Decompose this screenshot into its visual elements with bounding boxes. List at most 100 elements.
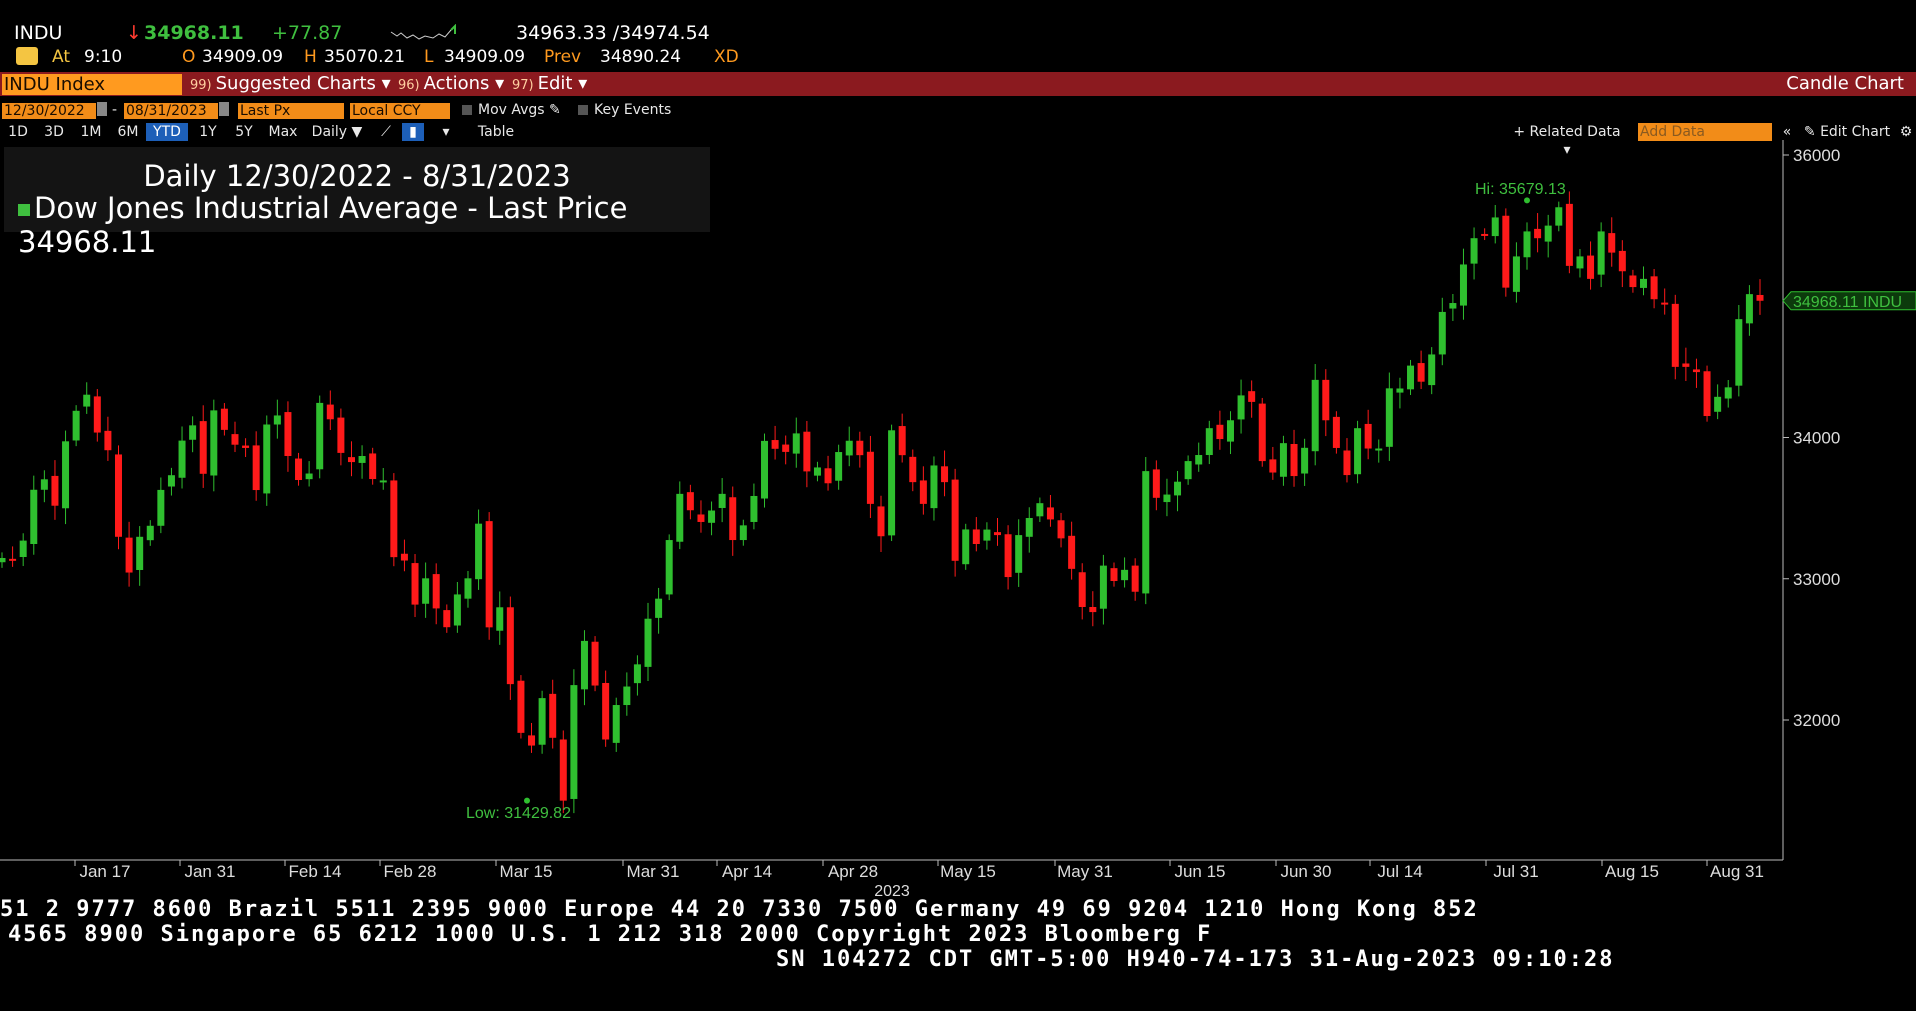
x-tick-label: Mar 31 [627,862,680,881]
chevron-down-icon[interactable]: ▾ [436,123,456,141]
period-5y[interactable]: 5Y [230,123,258,141]
gear-icon[interactable]: ⚙ [1898,123,1914,141]
session-info: SN 104272 CDT GMT-5:00 H940-74-173 31-Au… [776,947,1615,972]
suggested-charts-menu[interactable]: 99) Suggested Charts ▾ [190,72,391,96]
candle-body [528,735,536,746]
candle-body [1576,256,1584,269]
legend-period: Daily 12/30/2022 - 8/31/2023 [143,159,571,193]
add-data-input[interactable]: Add Data [1638,123,1772,141]
end-date-field[interactable]: 08/31/2023 [124,103,218,119]
menu-bar: 99) Suggested Charts ▾ 96) Actions ▾ 97) Ed… [0,72,1916,96]
x-tick-label: Aug 15 [1605,862,1659,881]
period-1y[interactable]: 1Y [195,123,221,141]
candle-body [835,452,843,481]
line-chart-icon[interactable]: ⟋ [376,123,396,141]
candle-body [273,415,281,425]
candle-body [1078,572,1086,607]
checkbox-icon[interactable] [462,105,472,115]
candle-body [1036,503,1044,517]
candle-body [475,523,483,580]
candle-body [305,473,313,480]
period-3d[interactable]: 3D [40,123,68,141]
candle-body [1057,520,1065,539]
candle-body [1724,387,1732,399]
candle-body [464,578,472,599]
candle-body [1163,494,1171,503]
candle-body [1184,461,1192,480]
candle-body [263,424,271,494]
candle-body [1491,217,1499,237]
mov-avgs-toggle[interactable]: Mov Avgs ✎ [462,102,561,119]
candle-body [1269,459,1277,473]
x-tick-label: Feb 28 [384,862,437,881]
period-ytd[interactable]: YTD [146,123,188,141]
candle-body [1364,423,1372,449]
period-max[interactable]: Max [266,123,300,141]
candle-body [1459,264,1467,306]
period-1d[interactable]: 1D [4,123,32,141]
candle-body [178,440,186,478]
candle-body [962,529,970,565]
candle-body [665,540,673,595]
checkbox-icon[interactable] [578,105,588,115]
candle-body [1354,428,1362,475]
candle-body [877,506,885,537]
calendar-icon[interactable] [219,102,229,116]
candle-body [9,558,17,561]
candle-body [146,525,154,541]
field-selector[interactable]: Last Px [238,103,344,119]
high-label: H [304,47,317,67]
frequency-selector[interactable]: Daily ▼ [308,123,366,141]
candle-body [761,440,769,499]
candle-body [771,440,779,449]
candle-body [114,454,122,537]
start-date-field[interactable]: 12/30/2022 [2,103,96,119]
candle-body [1322,379,1330,421]
candle-chart-icon[interactable]: ▮ [402,123,424,141]
candle-body [485,521,493,628]
currency-selector[interactable]: Local CCY [350,103,450,119]
candle-body [623,686,631,706]
x-tick-label: Jul 31 [1493,862,1538,881]
candle-body [1279,443,1287,477]
candle-body [1544,225,1552,242]
related-data-menu[interactable]: + Related Data ▾ [1508,123,1626,158]
security-input[interactable]: INDU Index [2,74,182,95]
edit-menu[interactable]: 97) Edit ▾ [512,72,587,96]
candle-body [1237,395,1245,420]
quote-time: 9:10 [84,47,123,67]
open-value: 34909.09 [202,47,284,67]
candle-body [1152,469,1160,498]
open-label: O [182,47,196,67]
candle-body [1428,354,1436,386]
candle-body [739,525,747,541]
candle-body [1671,303,1679,367]
key-events-toggle[interactable]: Key Events [578,102,671,119]
candle-body [1555,207,1563,226]
table-button[interactable]: Table [474,123,518,141]
period-1m[interactable]: 1M [76,123,106,141]
candle-body [538,698,546,745]
candle-body [432,574,440,609]
candle-body [496,607,504,631]
candle-body [1640,278,1648,288]
y-tick-label: 33000 [1793,570,1840,589]
candle-body [1216,424,1224,440]
candle-body [644,618,652,667]
calendar-icon[interactable] [97,102,107,116]
high-value: 35070.21 [324,47,406,67]
actions-menu[interactable]: 96) Actions ▾ [398,72,504,96]
candle-body [295,458,303,481]
candle-body [347,457,355,463]
y-tick-label: 36000 [1793,146,1840,165]
x-tick-label: Mar 15 [500,862,553,881]
candle-body [919,480,927,504]
candle-body [824,468,832,484]
edit-chart-button[interactable]: ✎ Edit Chart [1800,123,1894,141]
x-tick-label: Jan 31 [184,862,235,881]
collapse-icon[interactable]: « [1778,123,1796,141]
high-marker [1524,197,1530,204]
candle-body [1682,363,1690,367]
period-6m[interactable]: 6M [114,123,142,141]
candle-body [1745,294,1753,324]
